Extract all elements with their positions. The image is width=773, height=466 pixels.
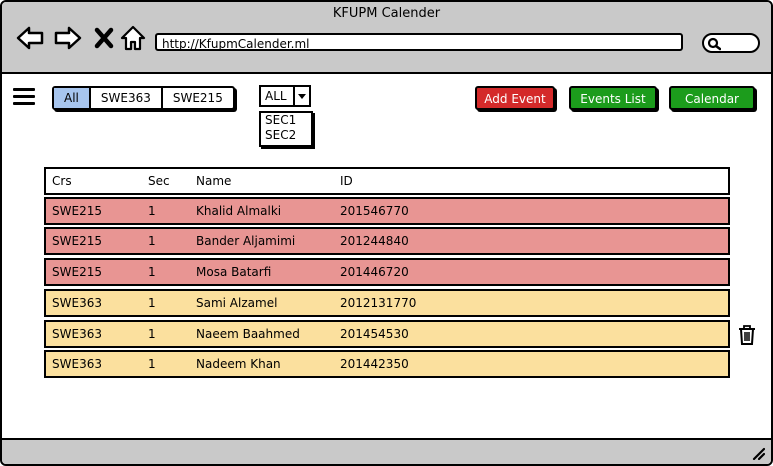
cell-id: 201446720 (340, 265, 409, 279)
cell-name: Nadeem Khan (196, 357, 281, 371)
header-sec: Sec (148, 174, 170, 188)
cell-id: 201244840 (340, 234, 409, 248)
section-option-sec1[interactable]: SEC1 (261, 113, 311, 128)
cell-sec: 1 (148, 204, 156, 218)
cell-crs: SWE215 (52, 234, 102, 248)
back-arrow-icon[interactable] (16, 24, 44, 52)
section-option-sec2[interactable]: SEC2 (261, 128, 311, 143)
tab-all[interactable]: All (54, 88, 91, 108)
cell-id: 201546770 (340, 204, 409, 218)
section-select[interactable]: ALL (259, 85, 311, 107)
section-dropdown-list: SEC1 SEC2 (259, 111, 313, 147)
close-icon[interactable] (91, 24, 119, 52)
cell-id: 2012131770 (340, 296, 417, 310)
table-row[interactable]: SWE363 1 Sami Alzamel 2012131770 (44, 289, 730, 317)
header-id: ID (340, 174, 353, 188)
table-row[interactable]: SWE215 1 Khalid Almalki 201546770 (44, 197, 730, 225)
add-event-button[interactable]: Add Event (475, 86, 555, 110)
events-list-button[interactable]: Events List (569, 86, 657, 110)
resize-grip-icon[interactable] (751, 446, 765, 460)
cell-name: Mosa Batarfi (196, 265, 272, 279)
forward-arrow-icon[interactable] (54, 24, 82, 52)
table-row[interactable]: SWE215 1 Bander Aljamimi 201244840 (44, 227, 730, 255)
cell-sec: 1 (148, 234, 156, 248)
cell-name: Naeem Baahmed (196, 327, 300, 341)
cell-id: 201442350 (340, 357, 409, 371)
trash-icon[interactable] (737, 324, 757, 346)
tab-swe363[interactable]: SWE363 (91, 88, 163, 108)
course-tabs: All SWE363 SWE215 (52, 86, 235, 110)
section-select-value: ALL (265, 89, 287, 103)
cell-sec: 1 (148, 296, 156, 310)
chevron-down-icon[interactable] (293, 87, 309, 105)
table-header-row: Crs Sec Name ID (44, 167, 730, 195)
menu-icon[interactable] (13, 88, 35, 106)
browser-window: KFUPM Calender http://KfupmCalender.ml A… (0, 0, 773, 466)
header-crs: Crs (52, 174, 72, 188)
cell-crs: SWE363 (52, 296, 102, 310)
table-row[interactable]: SWE363 1 Nadeem Khan 201442350 (44, 350, 730, 378)
table-row[interactable]: SWE363 1 Naeem Baahmed 201454530 (44, 320, 730, 348)
cell-crs: SWE363 (52, 327, 102, 341)
cell-sec: 1 (148, 357, 156, 371)
table-row[interactable]: SWE215 1 Mosa Batarfi 201446720 (44, 258, 730, 286)
search-input[interactable] (702, 33, 760, 53)
cell-id: 201454530 (340, 327, 409, 341)
cell-crs: SWE215 (52, 204, 102, 218)
cell-crs: SWE215 (52, 265, 102, 279)
url-input[interactable]: http://KfupmCalender.ml (155, 33, 683, 51)
status-bar (2, 438, 771, 464)
cell-sec: 1 (148, 327, 156, 341)
cell-name: Sami Alzamel (196, 296, 278, 310)
header-name: Name (196, 174, 232, 188)
cell-name: Bander Aljamimi (196, 234, 296, 248)
calendar-button[interactable]: Calendar (669, 86, 755, 110)
window-title: KFUPM Calender (332, 6, 441, 21)
title-bar: KFUPM Calender http://KfupmCalender.ml (2, 2, 771, 74)
tab-swe215[interactable]: SWE215 (163, 88, 233, 108)
cell-sec: 1 (148, 265, 156, 279)
home-icon[interactable] (119, 24, 147, 52)
cell-crs: SWE363 (52, 357, 102, 371)
search-icon (707, 37, 721, 51)
cell-name: Khalid Almalki (196, 204, 282, 218)
